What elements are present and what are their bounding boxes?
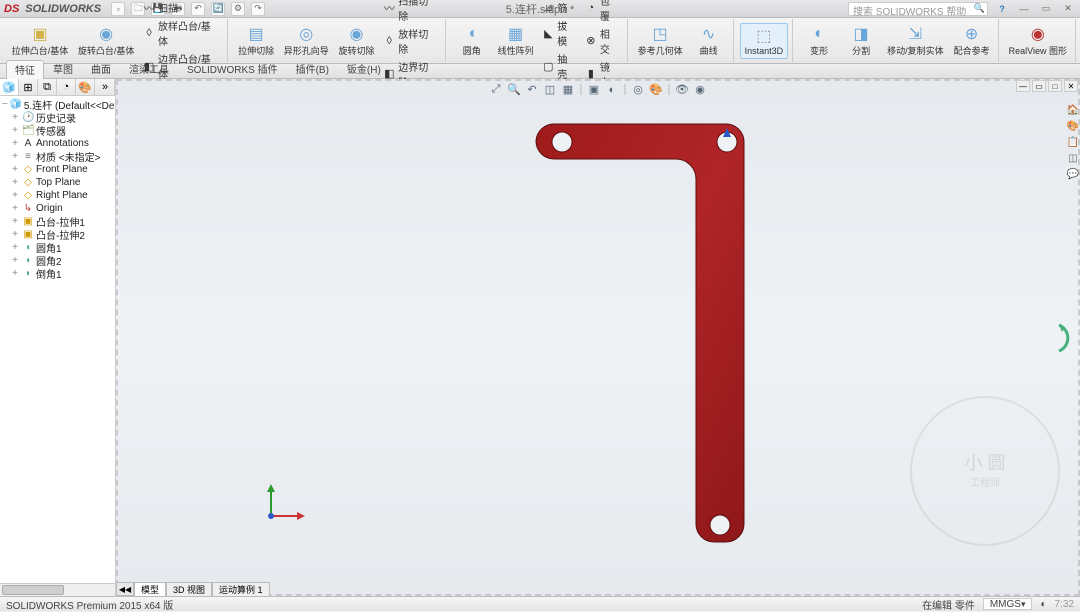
maximize-button[interactable]: ▭ (1038, 2, 1054, 16)
views-icon[interactable]: ◫ (1066, 151, 1080, 165)
draft[interactable]: ◣拔模 (539, 17, 580, 49)
ribbon-tab[interactable]: 草图 (44, 59, 82, 78)
app-brand: SOLIDWORKS (25, 3, 101, 15)
wrap[interactable]: ◔包覆 (582, 0, 623, 24)
section-icon[interactable]: ◫ (543, 82, 558, 97)
tree-node[interactable]: +◗倒角1 (2, 267, 113, 280)
wizard-hole[interactable]: ◎异形孔向导 (280, 22, 333, 59)
boss-revolve[interactable]: ◉旋转凸台/基体 (74, 22, 138, 59)
solidworks-logo-icon: DS (4, 3, 19, 15)
custom-props-icon[interactable]: 📋 (1066, 135, 1080, 149)
view-settings-icon[interactable]: 👁 (675, 82, 690, 97)
watermark: 小 圆 工程师 (910, 396, 1060, 546)
heads-up-view-toolbar: ⤢🔍↶◫▦ ▣◐ ◎🎨 👁◉ (485, 81, 712, 98)
tab-nav-prev[interactable]: ◀◀ (116, 582, 134, 596)
minimize-button[interactable]: — (1016, 2, 1032, 16)
cut-revolve[interactable]: ◉旋转切除 (335, 22, 379, 59)
ribbon-tab[interactable]: 插件(B) (287, 59, 338, 78)
doc-maximize-button[interactable]: □ (1048, 80, 1062, 92)
ribbon-tab[interactable]: 渲染工具 (120, 59, 178, 78)
close-button[interactable]: ✕ (1060, 2, 1076, 16)
feature-tree[interactable]: −🧊5.连杆 (Default<<Default>_显 +🕑历史记录+🗂传感器+… (0, 96, 115, 583)
status-time: 7:32 (1055, 599, 1074, 610)
curves[interactable]: ∿曲线 (689, 22, 729, 59)
statusbar-text: SOLIDWORKS Premium 2015 x64 版 (6, 597, 173, 612)
zoom-area-icon[interactable]: 🔍 (507, 82, 522, 97)
redo-icon[interactable]: ↷ (251, 2, 265, 16)
options-icon[interactable]: ⚙ (231, 2, 245, 16)
property-manager-tab[interactable]: ⊞ (19, 79, 38, 95)
doc-restore-button[interactable]: ▭ (1032, 80, 1046, 92)
feature-manager-panel: 🧊 ⊞ ⧉ ◔ 🎨 » −🧊5.连杆 (Default<<Default>_显 … (0, 79, 116, 596)
prev-view-icon[interactable]: ↶ (525, 82, 540, 97)
display-style-icon[interactable]: ▣ (587, 82, 602, 97)
swept-boss[interactable]: 〰扫描 (140, 0, 223, 16)
model-tab[interactable]: 运动算例 1 (212, 582, 270, 596)
config-manager-tab[interactable]: ⧉ (38, 79, 57, 95)
display-manager-tab[interactable]: 🎨 (76, 79, 95, 95)
rotate-arc-icon[interactable] (1057, 323, 1079, 353)
shell[interactable]: ▢抽壳 (539, 50, 580, 82)
intersect[interactable]: ⊗相交 (582, 25, 623, 57)
model-tab[interactable]: 3D 视图 (166, 582, 212, 596)
swept-cut[interactable]: 〰扫描切除 (380, 0, 440, 24)
tree-h-scrollbar[interactable] (0, 583, 115, 596)
move-copy[interactable]: ⇲移动/复制实体 (883, 22, 948, 59)
status-units[interactable]: MMGS ▾ (983, 598, 1033, 610)
split[interactable]: ◨分割 (841, 22, 881, 59)
orient-icon[interactable]: ▦ (561, 82, 576, 97)
doc-minimize-button[interactable]: — (1016, 80, 1030, 92)
doc-close-button[interactable]: ✕ (1064, 80, 1078, 92)
combine[interactable]: ⊕配合参考 (950, 22, 994, 59)
task-pane: 🏠 🎨 📋 ◫ 💬 (1066, 101, 1080, 183)
home-icon[interactable]: 🏠 (1066, 103, 1080, 117)
boss-extrude[interactable]: ▣拉伸凸台/基体 (8, 22, 72, 59)
tree-node[interactable]: +◇Top Plane (2, 176, 113, 189)
ribbon-tab[interactable]: 特征 (6, 60, 44, 79)
tree-node[interactable]: +≡材质 <未指定> (2, 150, 113, 163)
ribbon-tab[interactable]: 钣金(H) (338, 59, 390, 78)
ribbon-tab[interactable]: 曲面 (82, 59, 120, 78)
ref-geom[interactable]: ◳参考几何体 (634, 22, 687, 59)
dimx-manager-tab[interactable]: ◔ (57, 79, 76, 95)
model-tab[interactable]: 模型 (134, 582, 166, 596)
instant3d[interactable]: ⬚Instant3D (740, 23, 789, 59)
status-icon[interactable]: ◐ (1040, 599, 1046, 610)
feature-tree-tab[interactable]: 🧊 (0, 79, 19, 95)
status-mode: 在编辑 零件 (922, 597, 975, 612)
hidden-icon[interactable]: ◐ (605, 82, 620, 97)
loft-boss[interactable]: ◊放样凸台/基体 (140, 17, 223, 49)
tree-node[interactable]: +◇Right Plane (2, 189, 113, 202)
hide-show-icon[interactable]: ◉ (693, 82, 708, 97)
scene-icon[interactable]: ◎ (631, 82, 646, 97)
graphics-viewport[interactable]: ⤢🔍↶◫▦▣◐◎🎨👁◉ — ▭ □ ✕ 🏠🎨📋◫💬 (116, 79, 1080, 596)
tree-node[interactable]: +◇Front Plane (2, 163, 113, 176)
forum-icon[interactable]: 💬 (1066, 167, 1080, 181)
document-title: 5.连杆.sldprt * (506, 1, 574, 17)
model-tabs: ◀◀ 模型3D 视图运动算例 1 (116, 582, 270, 596)
help-search-input[interactable]: 搜索 SOLIDWORKS 帮助 (848, 2, 988, 16)
new-icon[interactable]: ▫ (111, 2, 125, 16)
tree-node[interactable]: +🗂传感器 (2, 124, 113, 137)
ribbon-tab[interactable]: SOLIDWORKS 插件 (178, 59, 287, 78)
ribbon: ▣拉伸凸台/基体◉旋转凸台/基体〰扫描◊放样凸台/基体◧边界凸台/基体▤拉伸切除… (0, 18, 1080, 64)
appearances-icon[interactable]: 🎨 (1066, 119, 1080, 133)
deform[interactable]: ◐变形 (799, 22, 839, 59)
panel-expand-icon[interactable]: » (96, 79, 115, 95)
view-triad (261, 476, 311, 526)
help-icon[interactable]: ? (994, 2, 1010, 16)
linear-pattern[interactable]: ▦线性阵列 (494, 22, 538, 59)
appearance-icon[interactable]: 🎨 (649, 82, 664, 97)
fillet[interactable]: ◖圆角 (452, 22, 492, 59)
zoom-fit-icon[interactable]: ⤢ (489, 82, 504, 97)
loft-cut[interactable]: ◊放样切除 (380, 25, 440, 57)
realview[interactable]: ◉RealView 图形 (1005, 22, 1071, 59)
cut-extrude[interactable]: ▤拉伸切除 (234, 22, 278, 59)
